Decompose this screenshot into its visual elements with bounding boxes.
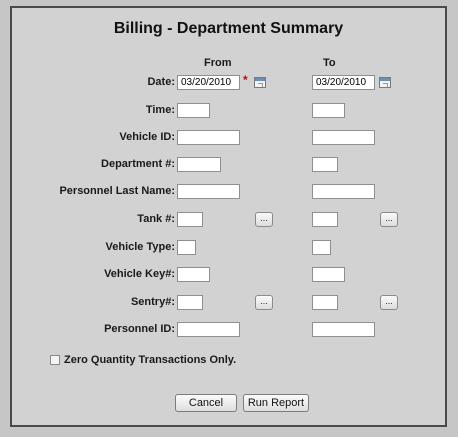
report-panel: Billing - Department Summary From To Dat…: [10, 6, 447, 427]
tank-to-input[interactable]: [312, 212, 338, 227]
vehicle-id-from-input[interactable]: [177, 130, 240, 145]
tank-from-lookup-button[interactable]: ...: [255, 212, 273, 227]
from-column-header: From: [204, 57, 232, 69]
tank-label: Tank #:: [137, 213, 175, 225]
tank-from-input[interactable]: [177, 212, 203, 227]
calendar-icon[interactable]: [254, 77, 266, 88]
sentry-from-input[interactable]: [177, 295, 203, 310]
vehicle-key-to-input[interactable]: [312, 267, 345, 282]
department-from-input[interactable]: [177, 157, 221, 172]
date-from-input[interactable]: [177, 75, 240, 90]
calendar-icon[interactable]: [379, 77, 391, 88]
vehicle-type-from-input[interactable]: [177, 240, 196, 255]
personnel-id-label: Personnel ID:: [104, 323, 175, 335]
sentry-to-lookup-button[interactable]: ...: [380, 295, 398, 310]
date-to-input[interactable]: [312, 75, 375, 90]
personnel-last-name-from-input[interactable]: [177, 184, 240, 199]
time-to-input[interactable]: [312, 103, 345, 118]
vehicle-id-to-input[interactable]: [312, 130, 375, 145]
sentry-to-input[interactable]: [312, 295, 338, 310]
zero-quantity-label: Zero Quantity Transactions Only.: [64, 354, 237, 366]
vehicle-key-label: Vehicle Key#:: [104, 268, 175, 280]
sentry-from-lookup-button[interactable]: ...: [255, 295, 273, 310]
sentry-label: Sentry#:: [130, 296, 175, 308]
personnel-id-from-input[interactable]: [177, 322, 240, 337]
run-report-button[interactable]: Run Report: [243, 394, 309, 412]
time-from-input[interactable]: [177, 103, 210, 118]
to-column-header: To: [323, 57, 336, 69]
date-label: Date:: [147, 76, 175, 88]
tank-to-lookup-button[interactable]: ...: [380, 212, 398, 227]
cancel-button[interactable]: Cancel: [175, 394, 237, 412]
vehicle-type-label: Vehicle Type:: [105, 241, 176, 253]
page-title: Billing - Department Summary: [113, 20, 344, 37]
vehicle-key-from-input[interactable]: [177, 267, 210, 282]
personnel-id-to-input[interactable]: [312, 322, 375, 337]
zero-quantity-checkbox[interactable]: [50, 355, 60, 365]
personnel-last-name-to-input[interactable]: [312, 184, 375, 199]
required-marker: *: [243, 73, 248, 87]
personnel-last-name-label: Personnel Last Name:: [59, 185, 175, 197]
vehicle-id-label: Vehicle ID:: [119, 131, 175, 143]
vehicle-type-to-input[interactable]: [312, 240, 331, 255]
department-to-input[interactable]: [312, 157, 338, 172]
department-label: Department #:: [101, 158, 175, 170]
time-label: Time:: [145, 104, 175, 116]
